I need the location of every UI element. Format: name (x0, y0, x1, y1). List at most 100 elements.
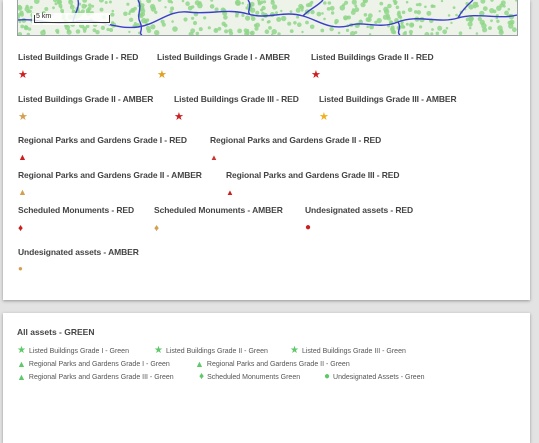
triangle-icon: ▲ (226, 188, 234, 197)
map-asset-dot (217, 26, 222, 31)
map-asset-dot (104, 1, 108, 4)
map-asset-dot (440, 0, 444, 3)
map-asset-dot (171, 20, 174, 23)
map-asset-dot (250, 16, 256, 22)
map-asset-dot (91, 4, 95, 8)
triangle-icon: ▲ (17, 359, 26, 369)
map-asset-dot (170, 1, 174, 4)
map-asset-dot (150, 6, 157, 12)
green-legend-label: Listed Buildings Grade II - Green (165, 347, 268, 355)
map-asset-dot (435, 31, 440, 35)
map-asset-dot (183, 17, 188, 22)
map-asset-dot (81, 3, 87, 9)
map-asset-dot (185, 1, 190, 6)
map-asset-dot (368, 33, 372, 35)
map-asset-dot (29, 5, 33, 9)
map-asset-dot (379, 1, 384, 6)
map-asset-dot (157, 0, 162, 2)
map-asset-dot (490, 19, 493, 23)
map-asset-dot (426, 10, 432, 16)
map-asset-dot (255, 22, 260, 28)
map-asset-dot (109, 28, 114, 32)
map-asset-dot (287, 21, 292, 26)
map-asset-dot (289, 29, 294, 33)
map-asset-dot (402, 25, 406, 29)
map-asset-dot (75, 29, 81, 34)
map-asset-dot (126, 2, 130, 6)
map-asset-dot (146, 28, 152, 34)
map-asset-dot (354, 7, 360, 13)
map-asset-dot (323, 17, 326, 21)
legend-label: Scheduled Monuments - RED (18, 205, 135, 215)
map-asset-dot (261, 18, 265, 21)
green-title: All assets - GREEN (17, 327, 95, 337)
map-asset-dot (145, 18, 150, 22)
green-legend-item: ▲ Regional Parks and Gardens Grade III - … (17, 372, 174, 382)
map-asset-dot (210, 0, 214, 2)
map-asset-dot (88, 3, 92, 7)
map-asset-dot (275, 11, 278, 15)
map-asset-dot (276, 17, 282, 22)
map-asset-dot (480, 0, 486, 4)
green-legend-label: Scheduled Monuments Green (207, 373, 301, 381)
map-asset-dot (393, 1, 397, 6)
map-asset-dot (477, 16, 482, 22)
map-asset-dot (354, 4, 358, 8)
legend-label: Regional Parks and Gardens Grade III - R… (226, 170, 400, 180)
triangle-icon: ▲ (195, 359, 204, 369)
map-asset-dot (281, 15, 287, 22)
map-asset-dot (83, 29, 87, 33)
map-asset-dot (245, 30, 250, 35)
diamond-icon: ♦ (199, 371, 205, 382)
map-asset-dot (192, 20, 198, 26)
map-asset-dot (154, 30, 160, 35)
map-asset-dot (271, 4, 278, 10)
map-asset-dot (512, 27, 517, 33)
map-asset-dot (305, 20, 309, 25)
triangle-icon: ▲ (210, 153, 218, 162)
map-asset-dot (345, 28, 350, 32)
map-asset-dot (44, 7, 49, 11)
green-legend-item: ♦ Scheduled Monuments Green (199, 372, 300, 382)
map-asset-dot (123, 11, 128, 17)
map-asset-dot (255, 10, 260, 15)
green-legend-item: ▲ Regional Parks and Gardens Grade II - G… (195, 359, 350, 369)
map-asset-dot (108, 0, 112, 4)
star-icon: ★ (154, 345, 163, 356)
map-asset-dot (141, 17, 147, 24)
map-asset-dot (468, 16, 474, 22)
map-asset-dot (300, 8, 304, 12)
map-asset-dot (191, 16, 195, 20)
map-asset-dot (419, 25, 423, 29)
legend-label: Listed Buildings Grade III - AMBER (319, 94, 457, 104)
circle-icon: ● (305, 222, 312, 233)
green-legend-item: ★ Listed Buildings Grade III - Green (290, 346, 406, 356)
map-view[interactable]: 5 km (17, 0, 518, 36)
legend-label: Listed Buildings Grade II - RED (311, 52, 434, 62)
map-asset-dot (450, 21, 453, 25)
map-asset-dot (264, 29, 270, 34)
map-asset-dot (98, 0, 104, 3)
map-asset-dot (26, 32, 30, 35)
map-asset-dot (339, 5, 346, 11)
map-asset-dot (431, 28, 434, 31)
map-asset-dot (277, 32, 281, 35)
map-asset-dot (407, 7, 413, 13)
star-icon: ★ (174, 111, 184, 123)
map-asset-dot (128, 17, 134, 22)
green-legend-label: Regional Parks and Gardens Grade I - Gre… (28, 360, 170, 368)
map-asset-dot (309, 24, 315, 30)
map-asset-dot (68, 0, 74, 5)
star-icon: ★ (17, 345, 26, 356)
map-asset-dot (447, 14, 451, 17)
map-asset-dot (23, 25, 29, 31)
map-asset-dot (296, 15, 300, 19)
map-asset-dot (376, 17, 382, 24)
map-asset-dot (195, 31, 200, 35)
map-asset-dot (42, 29, 46, 33)
map-asset-dot (515, 0, 517, 2)
map-asset-dot (404, 30, 407, 34)
map-asset-dot (160, 19, 165, 24)
map-asset-dot (500, 28, 503, 32)
star-icon: ★ (18, 111, 28, 123)
